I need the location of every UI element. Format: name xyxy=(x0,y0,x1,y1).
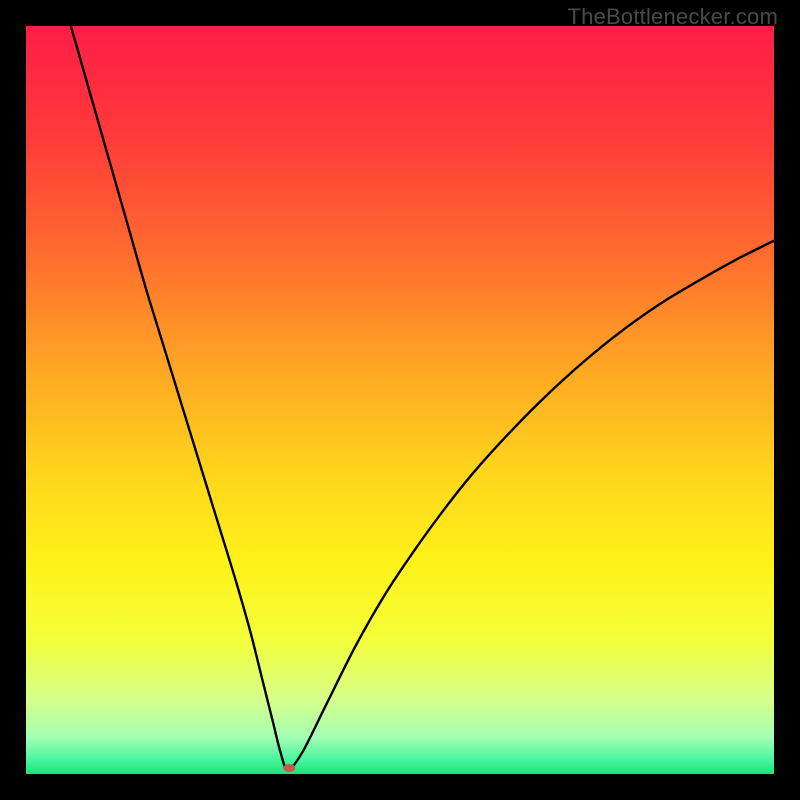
min-marker xyxy=(283,764,295,772)
chart-frame: TheBottlenecker.com xyxy=(0,0,800,800)
chart-svg xyxy=(26,26,774,774)
plot-area xyxy=(26,26,774,774)
gradient-background xyxy=(26,26,774,774)
